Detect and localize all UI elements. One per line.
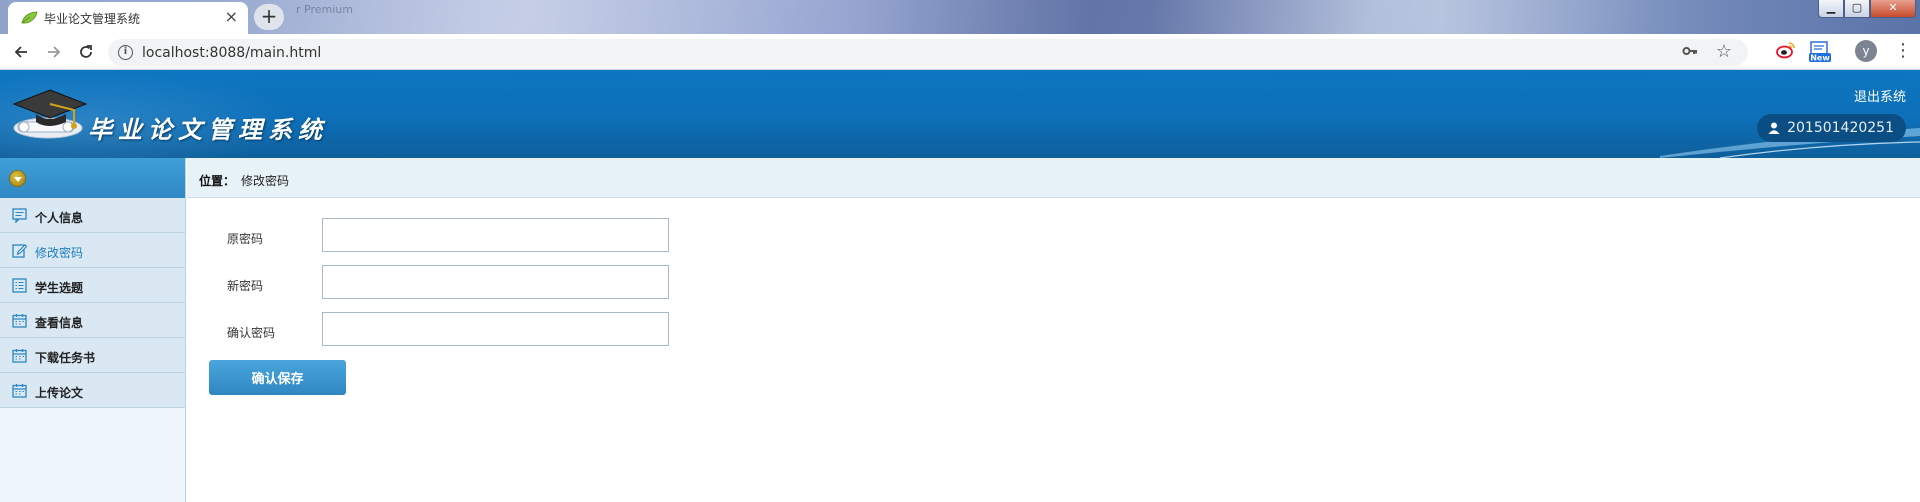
breadcrumb-current: 修改密码 <box>241 174 290 188</box>
menu-icon[interactable]: ⋮ <box>1894 40 1912 61</box>
weibo-icon[interactable] <box>1775 41 1797 63</box>
reload-icon[interactable] <box>75 41 97 63</box>
app-title: 毕业论文管理系统 <box>88 115 328 144</box>
confirm-password-label: 确认密码 <box>227 326 276 340</box>
calendar-icon <box>12 314 27 328</box>
sidebar-item-view-info[interactable]: 查看信息 <box>0 303 185 338</box>
sidebar-item-label: 个人信息 <box>35 211 84 225</box>
info-icon[interactable]: i <box>118 45 133 60</box>
old-password-label: 原密码 <box>227 232 264 246</box>
url-text[interactable]: localhost:8088/main.html <box>142 45 321 61</box>
sidebar-item-label: 上传论文 <box>35 386 84 400</box>
close-window-button[interactable]: ✕ <box>1870 0 1916 18</box>
minimize-button[interactable]: ▁ <box>1818 0 1844 18</box>
new-extension-icon[interactable]: New <box>1808 41 1831 63</box>
app-header: 毕业论文管理系统 退出系统 201501420251 <box>0 70 1920 158</box>
leaf-icon <box>21 11 38 24</box>
new-badge-text: New <box>1810 54 1830 63</box>
sidebar-item-personal-info[interactable]: 个人信息 <box>0 198 185 233</box>
background-window-title: r Premium <box>296 3 353 16</box>
confirm-password-input[interactable] <box>322 312 669 346</box>
user-icon <box>1768 122 1780 134</box>
maximize-button[interactable]: ▢ <box>1844 0 1870 18</box>
profile-avatar[interactable]: y <box>1855 40 1877 62</box>
sidebar-item-label: 学生选题 <box>35 281 84 295</box>
new-tab-button[interactable]: + <box>254 4 284 30</box>
breadcrumb: 位置： 修改密码 <box>187 158 1920 198</box>
sidebar-item-label: 查看信息 <box>35 316 84 330</box>
tab-title: 毕业论文管理系统 <box>44 12 141 26</box>
sidebar-item-label: 修改密码 <box>35 246 84 260</box>
user-badge: 201501420251 <box>1757 114 1906 142</box>
old-password-input[interactable] <box>322 218 669 252</box>
confirm-password-row: 确认密码 <box>187 312 787 348</box>
sidebar: 个人信息 修改密码 学生选题 查看信息 下载任务书 上传论文 <box>0 158 186 502</box>
list-icon <box>12 278 27 293</box>
browser-tabstrip: r Premium 毕业论文管理系统 × + ▁ ▢ ✕ <box>0 0 1920 34</box>
calendar-icon <box>12 384 27 398</box>
collapse-toggle-icon[interactable] <box>9 170 26 187</box>
calendar-icon <box>12 349 27 363</box>
new-password-label: 新密码 <box>227 279 264 293</box>
sidebar-item-change-password[interactable]: 修改密码 <box>0 233 185 268</box>
breadcrumb-label: 位置： <box>199 174 236 188</box>
browser-tab[interactable]: 毕业论文管理系统 × <box>8 2 248 34</box>
save-button[interactable]: 确认保存 <box>209 360 346 395</box>
message-icon <box>12 208 27 223</box>
sidebar-item-upload-thesis[interactable]: 上传论文 <box>0 373 185 408</box>
logout-link[interactable]: 退出系统 <box>1854 86 1906 105</box>
new-password-row: 新密码 <box>187 265 787 301</box>
edit-icon <box>12 244 27 258</box>
old-password-row: 原密码 <box>187 218 787 254</box>
browser-toolbar: i localhost:8088/main.html ☆ New y ⋮ <box>0 34 1920 70</box>
sidebar-header <box>0 158 185 198</box>
sidebar-item-topic-selection[interactable]: 学生选题 <box>0 268 185 303</box>
sidebar-item-label: 下载任务书 <box>35 351 96 365</box>
key-icon[interactable] <box>1682 43 1698 63</box>
graduation-cap-logo-icon <box>12 89 88 139</box>
tab-close-button[interactable]: × <box>225 7 238 26</box>
forward-icon[interactable] <box>43 41 65 63</box>
address-bar[interactable]: i localhost:8088/main.html ☆ <box>108 39 1748 66</box>
star-icon[interactable]: ☆ <box>1716 41 1732 62</box>
back-icon[interactable] <box>10 41 32 63</box>
sidebar-item-download-task[interactable]: 下载任务书 <box>0 338 185 373</box>
new-password-input[interactable] <box>322 265 669 299</box>
username: 201501420251 <box>1787 120 1894 136</box>
